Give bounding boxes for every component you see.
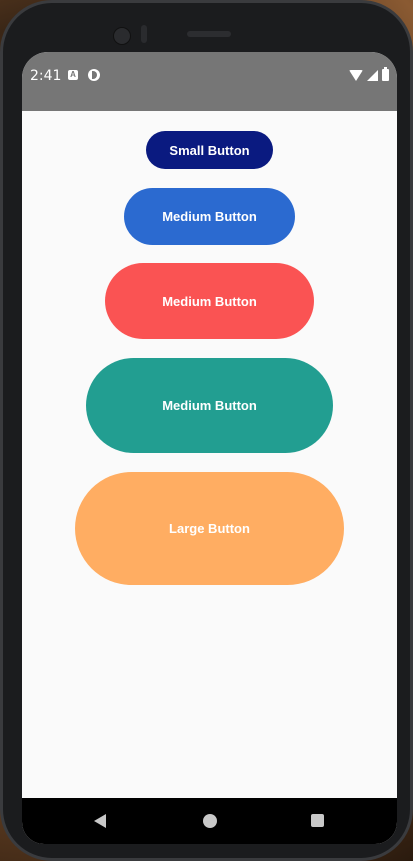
cell-signal-icon xyxy=(367,69,378,81)
small-button[interactable]: Small Button xyxy=(146,131,273,169)
proximity-sensor-icon xyxy=(141,25,147,43)
status-bar: 2:41 A xyxy=(22,52,397,111)
android-auto-icon: A xyxy=(68,70,78,80)
navigation-bar xyxy=(22,798,397,844)
device-screen: 2:41 A Small Button Medium Button Medium… xyxy=(22,52,397,844)
back-icon[interactable] xyxy=(94,814,106,828)
front-camera-icon xyxy=(113,27,131,45)
phone-frame: 2:41 A Small Button Medium Button Medium… xyxy=(0,0,413,861)
home-icon[interactable] xyxy=(203,814,217,828)
medium-button-teal[interactable]: Medium Button xyxy=(86,358,333,453)
app-notification-icon xyxy=(88,69,100,81)
wifi-icon xyxy=(349,69,363,81)
earpiece-speaker-icon xyxy=(187,31,231,37)
system-status-icons xyxy=(349,67,389,82)
battery-icon xyxy=(382,67,389,81)
medium-button-blue[interactable]: Medium Button xyxy=(124,188,295,245)
recents-icon[interactable] xyxy=(311,814,324,827)
app-content: Small Button Medium Button Medium Button… xyxy=(22,111,397,798)
phone-top-bezel xyxy=(107,23,231,47)
large-button[interactable]: Large Button xyxy=(75,472,344,585)
status-time: 2:41 xyxy=(30,68,62,84)
medium-button-red[interactable]: Medium Button xyxy=(105,263,314,339)
